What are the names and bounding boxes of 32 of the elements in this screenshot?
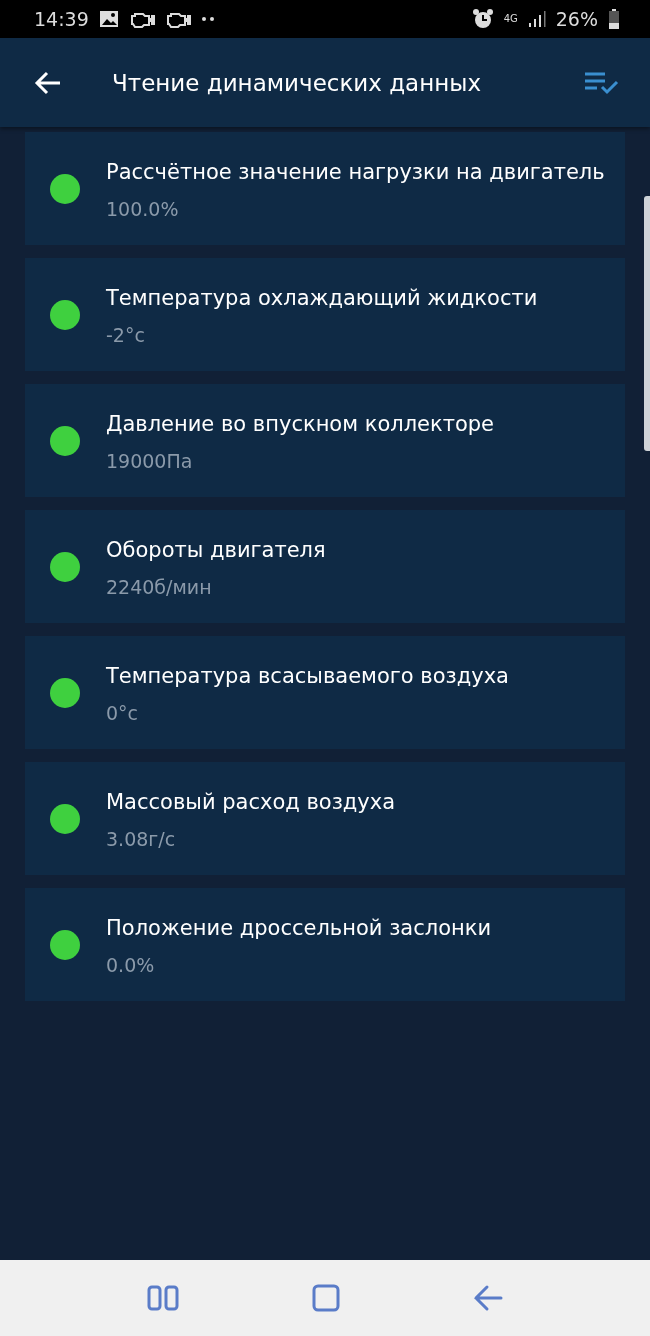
- parameter-value: 2240б/мин: [106, 574, 213, 600]
- parameter-value: -2°c: [106, 322, 146, 348]
- alarm-icon: [471, 8, 494, 30]
- parameter-value: 19000Па: [106, 448, 194, 474]
- parameter-card[interactable]: Температура всасываемого воздуха 0°c: [25, 636, 625, 749]
- parameter-card[interactable]: Давление во впускном коллекторе 19000Па: [25, 384, 625, 497]
- parameter-name: Положение дроссельной заслонки: [106, 914, 492, 942]
- parameter-card[interactable]: Массовый расход воздуха 3.08г/с: [25, 762, 625, 875]
- parameter-card[interactable]: Положение дроссельной заслонки 0.0%: [25, 888, 625, 1001]
- parameter-card[interactable]: Рассчётное значение нагрузки на двигатель 100.0%: [25, 132, 625, 245]
- parameter-name: Массовый расход воздуха: [106, 788, 396, 816]
- battery-percent: 26%: [555, 8, 598, 30]
- engine-icon: [164, 10, 191, 28]
- parameter-name: Рассчётное значение нагрузки на двигатель: [106, 158, 605, 186]
- image-icon: [98, 10, 119, 28]
- parameter-value: 0°c: [106, 700, 140, 726]
- parameter-name: Давление во впускном коллекторе: [106, 410, 495, 438]
- signal-icon: [527, 10, 546, 28]
- parameter-card[interactable]: Температура охлаждающий жидкости -2°c: [25, 258, 625, 371]
- parameter-name: Температура охлаждающий жидкости: [106, 284, 538, 312]
- parameter-value: 100.0%: [106, 196, 180, 222]
- battery-icon: [608, 9, 620, 29]
- engine-icon: [128, 10, 155, 28]
- parameter-card[interactable]: Обороты двигателя 2240б/мин: [25, 510, 625, 623]
- screen-title: Чтение динамических данных: [112, 69, 483, 96]
- network-type: 4G: [503, 14, 518, 24]
- status-time: 14:39: [34, 8, 89, 30]
- more-notifications-icon: [200, 16, 215, 22]
- parameter-value: 3.08г/с: [106, 826, 177, 852]
- parameter-name: Обороты двигателя: [106, 536, 326, 564]
- parameter-value: 0.0%: [106, 952, 156, 978]
- parameter-name: Температура всасываемого воздуха: [106, 662, 509, 690]
